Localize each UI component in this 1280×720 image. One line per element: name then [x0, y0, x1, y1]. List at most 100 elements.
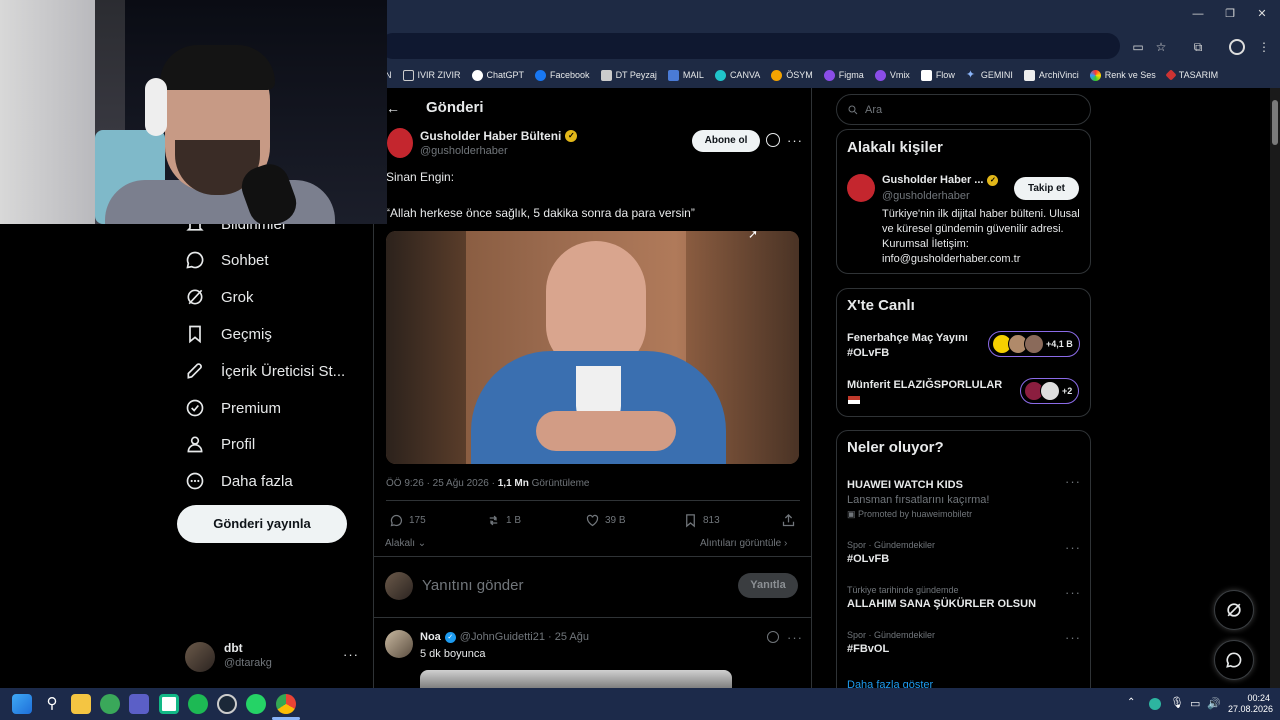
extensions-icon[interactable]: ⧉: [1190, 39, 1206, 55]
canva-icon: [714, 69, 726, 81]
reply-author-handle[interactable]: @JohnGuidetti21 · 25 Ağu: [460, 631, 589, 643]
bookmark-item[interactable]: Flow: [920, 69, 955, 81]
page-icon: [600, 69, 612, 81]
close-window-icon[interactable]: ✕: [1254, 6, 1270, 22]
post-button[interactable]: Gönderi yayınla: [177, 505, 347, 543]
steam-icon[interactable]: [217, 694, 237, 714]
like-action[interactable]: 39 B: [585, 513, 626, 528]
reply-author-name[interactable]: Noa: [420, 631, 441, 643]
live-count: +2: [1062, 386, 1073, 396]
reply-action[interactable]: 175: [389, 513, 426, 528]
bookmark-item[interactable]: IVIR ZIVIR: [402, 69, 461, 81]
search-placeholder: Ara: [865, 103, 883, 116]
live-item-title[interactable]: Münferit ELAZIĞSPORLULAR: [847, 379, 1002, 391]
share-action[interactable]: [781, 513, 796, 528]
avatar[interactable]: [185, 642, 215, 672]
grok-icon[interactable]: [766, 133, 780, 147]
nav-item-creator-studio[interactable]: İçerik Üreticisi St...: [185, 359, 345, 383]
spotify-icon[interactable]: [188, 694, 208, 714]
live-item-title[interactable]: Fenerbahçe Maç Yayını #OLvFB: [847, 331, 972, 361]
account-menu-icon[interactable]: ···: [343, 647, 359, 662]
messages-fab[interactable]: [1214, 640, 1254, 680]
live-participants-pill[interactable]: +4,1 B: [988, 331, 1080, 357]
repost-action[interactable]: 1 B: [486, 513, 521, 528]
chrome-icon[interactable]: [276, 694, 296, 714]
view-quotes-link[interactable]: Alıntıları görüntüle ›: [700, 538, 787, 549]
restore-icon[interactable]: ❐: [1222, 6, 1238, 22]
nav-item-profile[interactable]: Profil: [185, 432, 255, 456]
subscribe-button[interactable]: Abone ol: [692, 130, 760, 152]
related-name-row[interactable]: Gusholder Haber ... ✓: [882, 174, 999, 186]
verified-badge-icon: ✓: [987, 174, 999, 186]
menu-icon[interactable]: ⋮: [1256, 39, 1272, 55]
live-participants-pill[interactable]: +2: [1020, 378, 1080, 404]
bookmark-item[interactable]: ArchiVinci: [1023, 69, 1079, 81]
bookmark-item[interactable]: Facebook: [535, 69, 590, 81]
trend-item[interactable]: Spor · Gündemdekiler #FBvOL: [847, 630, 1082, 655]
sort-dropdown[interactable]: Alakalı ⌄: [385, 538, 426, 549]
app-icon[interactable]: [159, 694, 179, 714]
bookmark-label: DT Peyzaj: [615, 70, 657, 80]
bookmark-item[interactable]: DT Peyzaj: [600, 69, 657, 81]
bookmark-label: MAIL: [682, 70, 704, 80]
bookmark-item[interactable]: ChatGPT: [471, 69, 524, 81]
tray-app-icon[interactable]: [1149, 698, 1161, 710]
reply-count: 175: [409, 515, 426, 526]
cast-icon[interactable]: ▭: [1130, 39, 1146, 55]
bookmark-item[interactable]: Vmix: [874, 69, 910, 81]
trend-context: Spor · Gündemdekiler: [847, 630, 936, 640]
windows-start-icon[interactable]: [12, 694, 32, 714]
trend-item[interactable]: Türkiye tarihinde gündemde ALLAHIM SANA …: [847, 585, 1082, 610]
bookmark-action[interactable]: 813: [683, 513, 720, 528]
whatsapp-icon[interactable]: [246, 694, 266, 714]
reply-avatar[interactable]: [385, 630, 413, 658]
scrollbar-thumb[interactable]: [1272, 100, 1278, 145]
trend-menu-icon[interactable]: ···: [1065, 585, 1081, 600]
trend-menu-icon[interactable]: ···: [1065, 540, 1081, 555]
author-name-row[interactable]: Gusholder Haber Bülteni ✓: [420, 129, 578, 143]
author-avatar[interactable]: [387, 128, 413, 158]
profile-icon[interactable]: [1229, 39, 1245, 55]
address-bar[interactable]: [380, 33, 1120, 59]
network-icon[interactable]: ▭: [1190, 697, 1200, 710]
nav-item-premium[interactable]: Premium: [185, 396, 281, 420]
reply-media-image[interactable]: [420, 670, 732, 690]
follow-button[interactable]: Takip et: [1014, 177, 1079, 200]
nav-item-bookmarks[interactable]: Geçmiş: [185, 322, 272, 346]
volume-icon[interactable]: 🔊: [1207, 697, 1221, 710]
back-arrow-icon[interactable]: ←: [386, 100, 400, 116]
bookmark-item[interactable]: CANVA: [714, 69, 760, 81]
reply-button[interactable]: Yanıtla: [738, 573, 798, 598]
chevron-up-icon[interactable]: ⌃: [1127, 697, 1135, 708]
file-explorer-icon[interactable]: [71, 694, 91, 714]
nav-item-more[interactable]: Daha fazla: [185, 469, 293, 493]
trend-item[interactable]: HUAWEI WATCH KIDS Lansman fırsatlarını k…: [847, 476, 1082, 520]
grok-fab[interactable]: [1214, 590, 1254, 630]
microphone-icon[interactable]: 🎙: [1170, 696, 1184, 709]
trend-menu-icon[interactable]: ···: [1065, 630, 1081, 645]
bookmark-item[interactable]: Figma: [823, 69, 864, 81]
bookmark-item[interactable]: MAIL: [667, 69, 704, 81]
trend-item[interactable]: Spor · Gündemdekiler #OLvFB: [847, 540, 1082, 565]
clock[interactable]: 00:24 27.08.2026: [1228, 693, 1273, 715]
bookmark-item[interactable]: ✦ GEMINI: [966, 69, 1013, 81]
reply-menu-icon[interactable]: ···: [787, 630, 803, 645]
trend-menu-icon[interactable]: ···: [1065, 474, 1081, 489]
nav-item-grok[interactable]: Grok: [185, 285, 254, 309]
post-menu-icon[interactable]: ···: [787, 133, 803, 148]
reply-input[interactable]: Yanıtını gönder: [422, 577, 523, 594]
teams-icon[interactable]: [129, 694, 149, 714]
post-media-image[interactable]: [386, 231, 799, 464]
nav-item-chat[interactable]: Sohbet: [185, 248, 269, 272]
search-icon[interactable]: ⚲: [42, 694, 62, 714]
search-input[interactable]: Ara: [836, 94, 1091, 125]
bookmark-item[interactable]: Renk ve Ses: [1089, 69, 1156, 81]
grok-icon[interactable]: [767, 631, 779, 643]
related-avatar[interactable]: [847, 174, 875, 202]
bookmark-item[interactable]: ÖSYM: [771, 69, 813, 81]
bookmark-item[interactable]: TASARIM: [1165, 69, 1218, 81]
scrollbar[interactable]: [1270, 88, 1280, 688]
minimize-icon[interactable]: —: [1190, 6, 1206, 22]
star-icon[interactable]: ☆: [1153, 39, 1169, 55]
app-icon[interactable]: [100, 694, 120, 714]
